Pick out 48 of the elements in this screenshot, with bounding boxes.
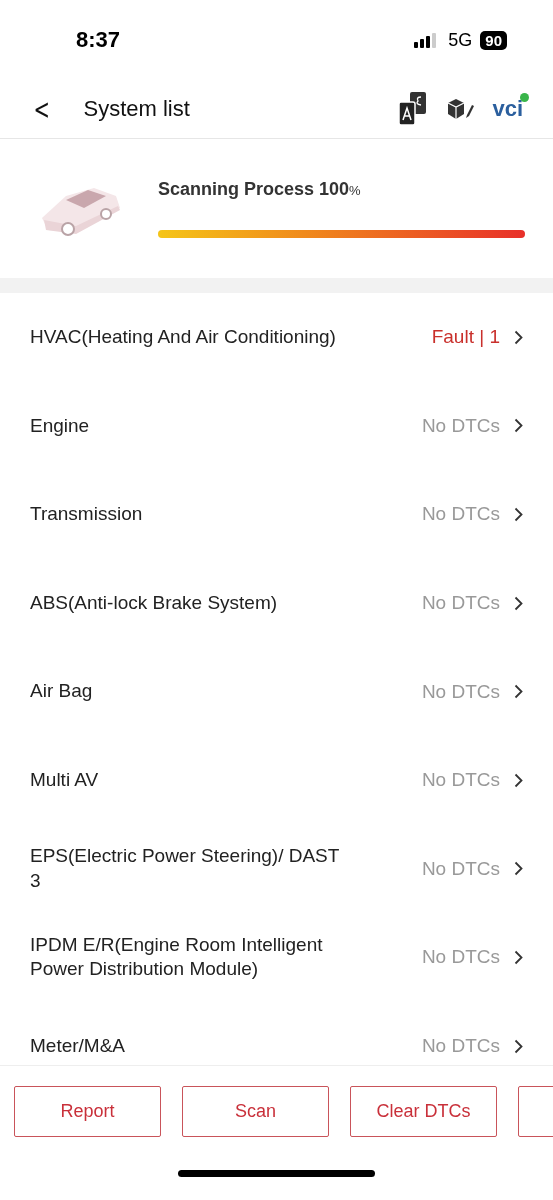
action-button[interactable] [518, 1085, 553, 1137]
chevron-right-icon [514, 684, 523, 700]
system-row[interactable]: Engine No DTCs [0, 381, 553, 471]
system-name: Meter/M&A [30, 1033, 126, 1058]
system-row[interactable]: Air Bag No DTCs [0, 647, 553, 736]
battery-indicator: 90 [480, 30, 507, 50]
system-row[interactable]: ABS(Anti-lock Brake System) No DTCs [0, 558, 553, 648]
system-name: EPS(Electric Power Steering)/ DAST 3 [30, 844, 341, 893]
chevron-right-icon [514, 595, 523, 611]
action-button[interactable]: Scan [182, 1085, 329, 1137]
chevron-right-icon [514, 329, 523, 345]
system-name: Transmission [30, 502, 143, 527]
system-status: No DTCs [421, 1035, 500, 1058]
system-name: Air Bag [30, 679, 93, 704]
box-edit-icon[interactable] [446, 97, 475, 121]
system-row[interactable]: Meter/M&A No DTCs [0, 1001, 553, 1065]
status-time: 8:37 [76, 27, 121, 53]
system-name: IPDM E/R(Engine Room Intelligent Power Distribution Module) [30, 932, 324, 982]
system-row[interactable]: Multi AV No DTCs [0, 735, 553, 825]
system-row[interactable]: EPS(Electric Power Steering)/ DAST 3 No DTCs [0, 824, 553, 914]
page-title: System list [83, 96, 191, 122]
system-name: ABS(Anti-lock Brake System) [30, 590, 278, 615]
system-status: Fault | 1 [431, 326, 500, 349]
scan-progress-label: Scanning Process 100% [158, 179, 362, 200]
chevron-right-icon [514, 507, 523, 522]
system-name: Engine [30, 413, 90, 438]
action-button[interactable]: Report [14, 1085, 161, 1137]
system-name: HVAC(Heating And Air Conditioning) [30, 324, 336, 349]
translate-icon[interactable] [398, 92, 429, 126]
system-status: No DTCs [421, 503, 500, 526]
system-status: No DTCs [421, 414, 500, 437]
chevron-right-icon [514, 1038, 523, 1054]
system-status: No DTCs [421, 857, 500, 880]
system-status: No DTCs [421, 592, 500, 615]
action-button[interactable]: Clear DTCs [350, 1085, 497, 1137]
system-row[interactable]: IPDM E/R(Engine Room Intelligent Power Distribution Module) No DTCs [0, 913, 553, 1002]
system-status: No DTCs [421, 680, 500, 703]
system-status: No DTCs [421, 769, 500, 792]
chevron-right-icon [514, 949, 523, 965]
chevron-right-icon [514, 861, 523, 877]
system-status: No DTCs [421, 946, 500, 969]
chevron-right-icon [514, 418, 523, 434]
chevron-right-icon [514, 772, 523, 788]
system-row[interactable]: HVAC(Heating And Air Conditioning) Fault | 1 [0, 293, 553, 382]
system-name: Multi AV [30, 767, 99, 792]
network-label: 5G [448, 29, 473, 51]
back-button[interactable]: < [33, 92, 50, 126]
system-row[interactable]: Transmission No DTCs [0, 470, 553, 559]
